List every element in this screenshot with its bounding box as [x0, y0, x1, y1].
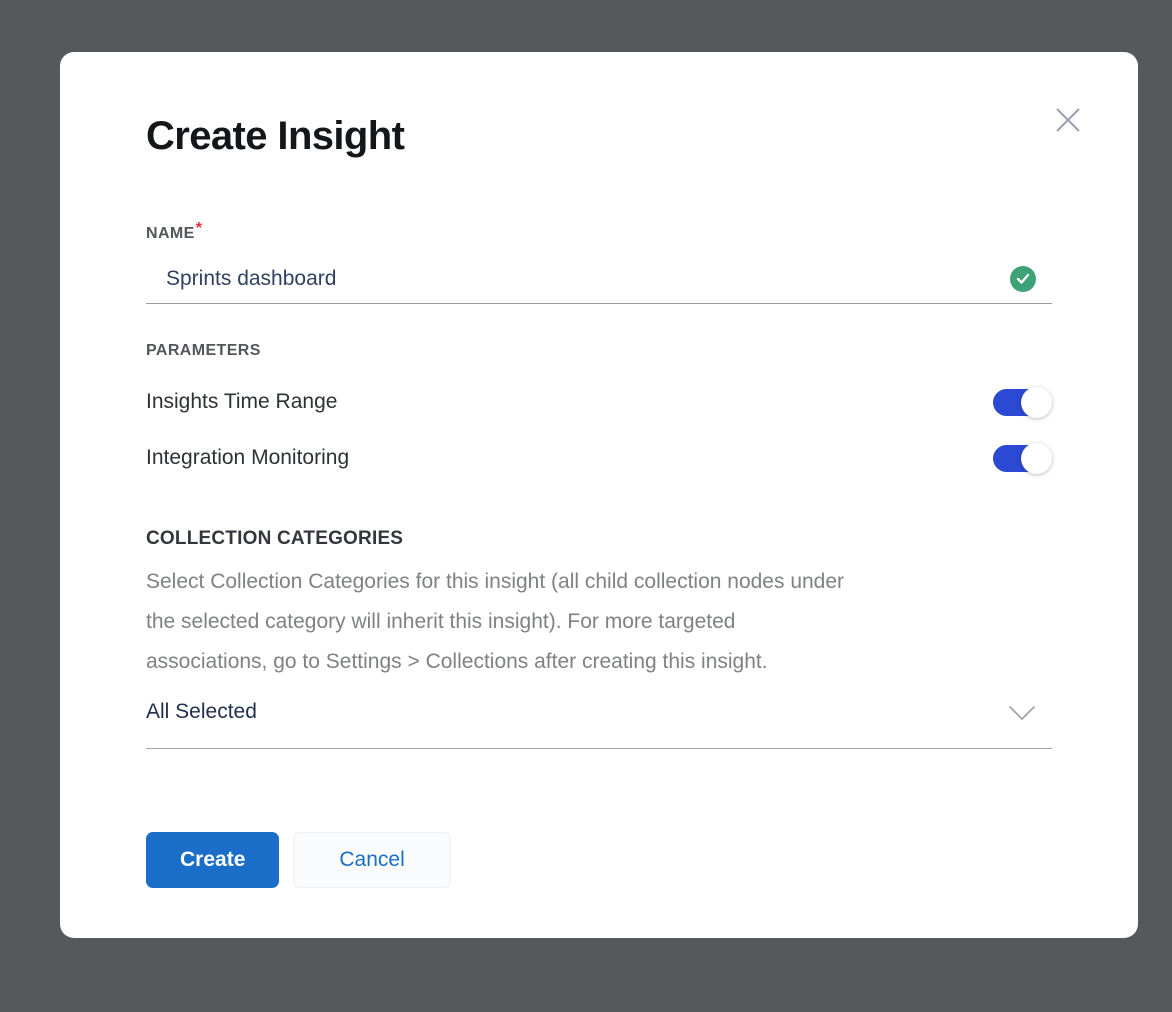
modal-title: Create Insight [146, 112, 1052, 160]
chevron-down-icon [1008, 705, 1036, 721]
close-icon[interactable] [1050, 102, 1086, 138]
toggle-knob [1021, 387, 1052, 418]
valid-check-icon [1010, 266, 1036, 292]
action-buttons: Create Cancel [146, 832, 1052, 888]
param-label: Insights Time Range [146, 388, 337, 416]
collection-categories-label: COLLECTION CATEGORIES [146, 526, 1052, 552]
param-row-integration-monitoring: Integration Monitoring [146, 430, 1052, 486]
close-x-glyph [1053, 105, 1083, 135]
toggle-insights-time-range[interactable] [993, 389, 1050, 416]
name-label-text: NAME [146, 225, 195, 242]
collection-categories-dropdown[interactable]: All Selected [146, 696, 1052, 749]
collection-categories-description: Select Collection Categories for this in… [146, 562, 1052, 682]
name-label: NAME* [146, 218, 1052, 245]
toggle-knob [1021, 443, 1052, 474]
toggle-integration-monitoring[interactable] [993, 445, 1050, 472]
description-line: Select Collection Categories for this in… [146, 562, 1052, 602]
name-input[interactable]: Sprints dashboard [166, 265, 1010, 293]
description-line: the selected category will inherit this … [146, 602, 1052, 642]
param-row-insights-time-range: Insights Time Range [146, 374, 1052, 430]
dropdown-selected-value: All Selected [146, 698, 257, 726]
parameters-list: Insights Time Range Integration Monitori… [146, 374, 1052, 486]
param-label: Integration Monitoring [146, 444, 349, 472]
parameters-label: PARAMETERS [146, 340, 1052, 362]
description-line: associations, go to Settings > Collectio… [146, 642, 1052, 682]
name-input-row[interactable]: Sprints dashboard [146, 253, 1052, 304]
checkmark-glyph [1016, 273, 1030, 285]
create-insight-modal: Create Insight NAME* Sprints dashboard P… [60, 52, 1138, 938]
cancel-button[interactable]: Cancel [293, 832, 450, 888]
required-asterisk: * [196, 220, 203, 237]
create-button[interactable]: Create [146, 832, 279, 888]
